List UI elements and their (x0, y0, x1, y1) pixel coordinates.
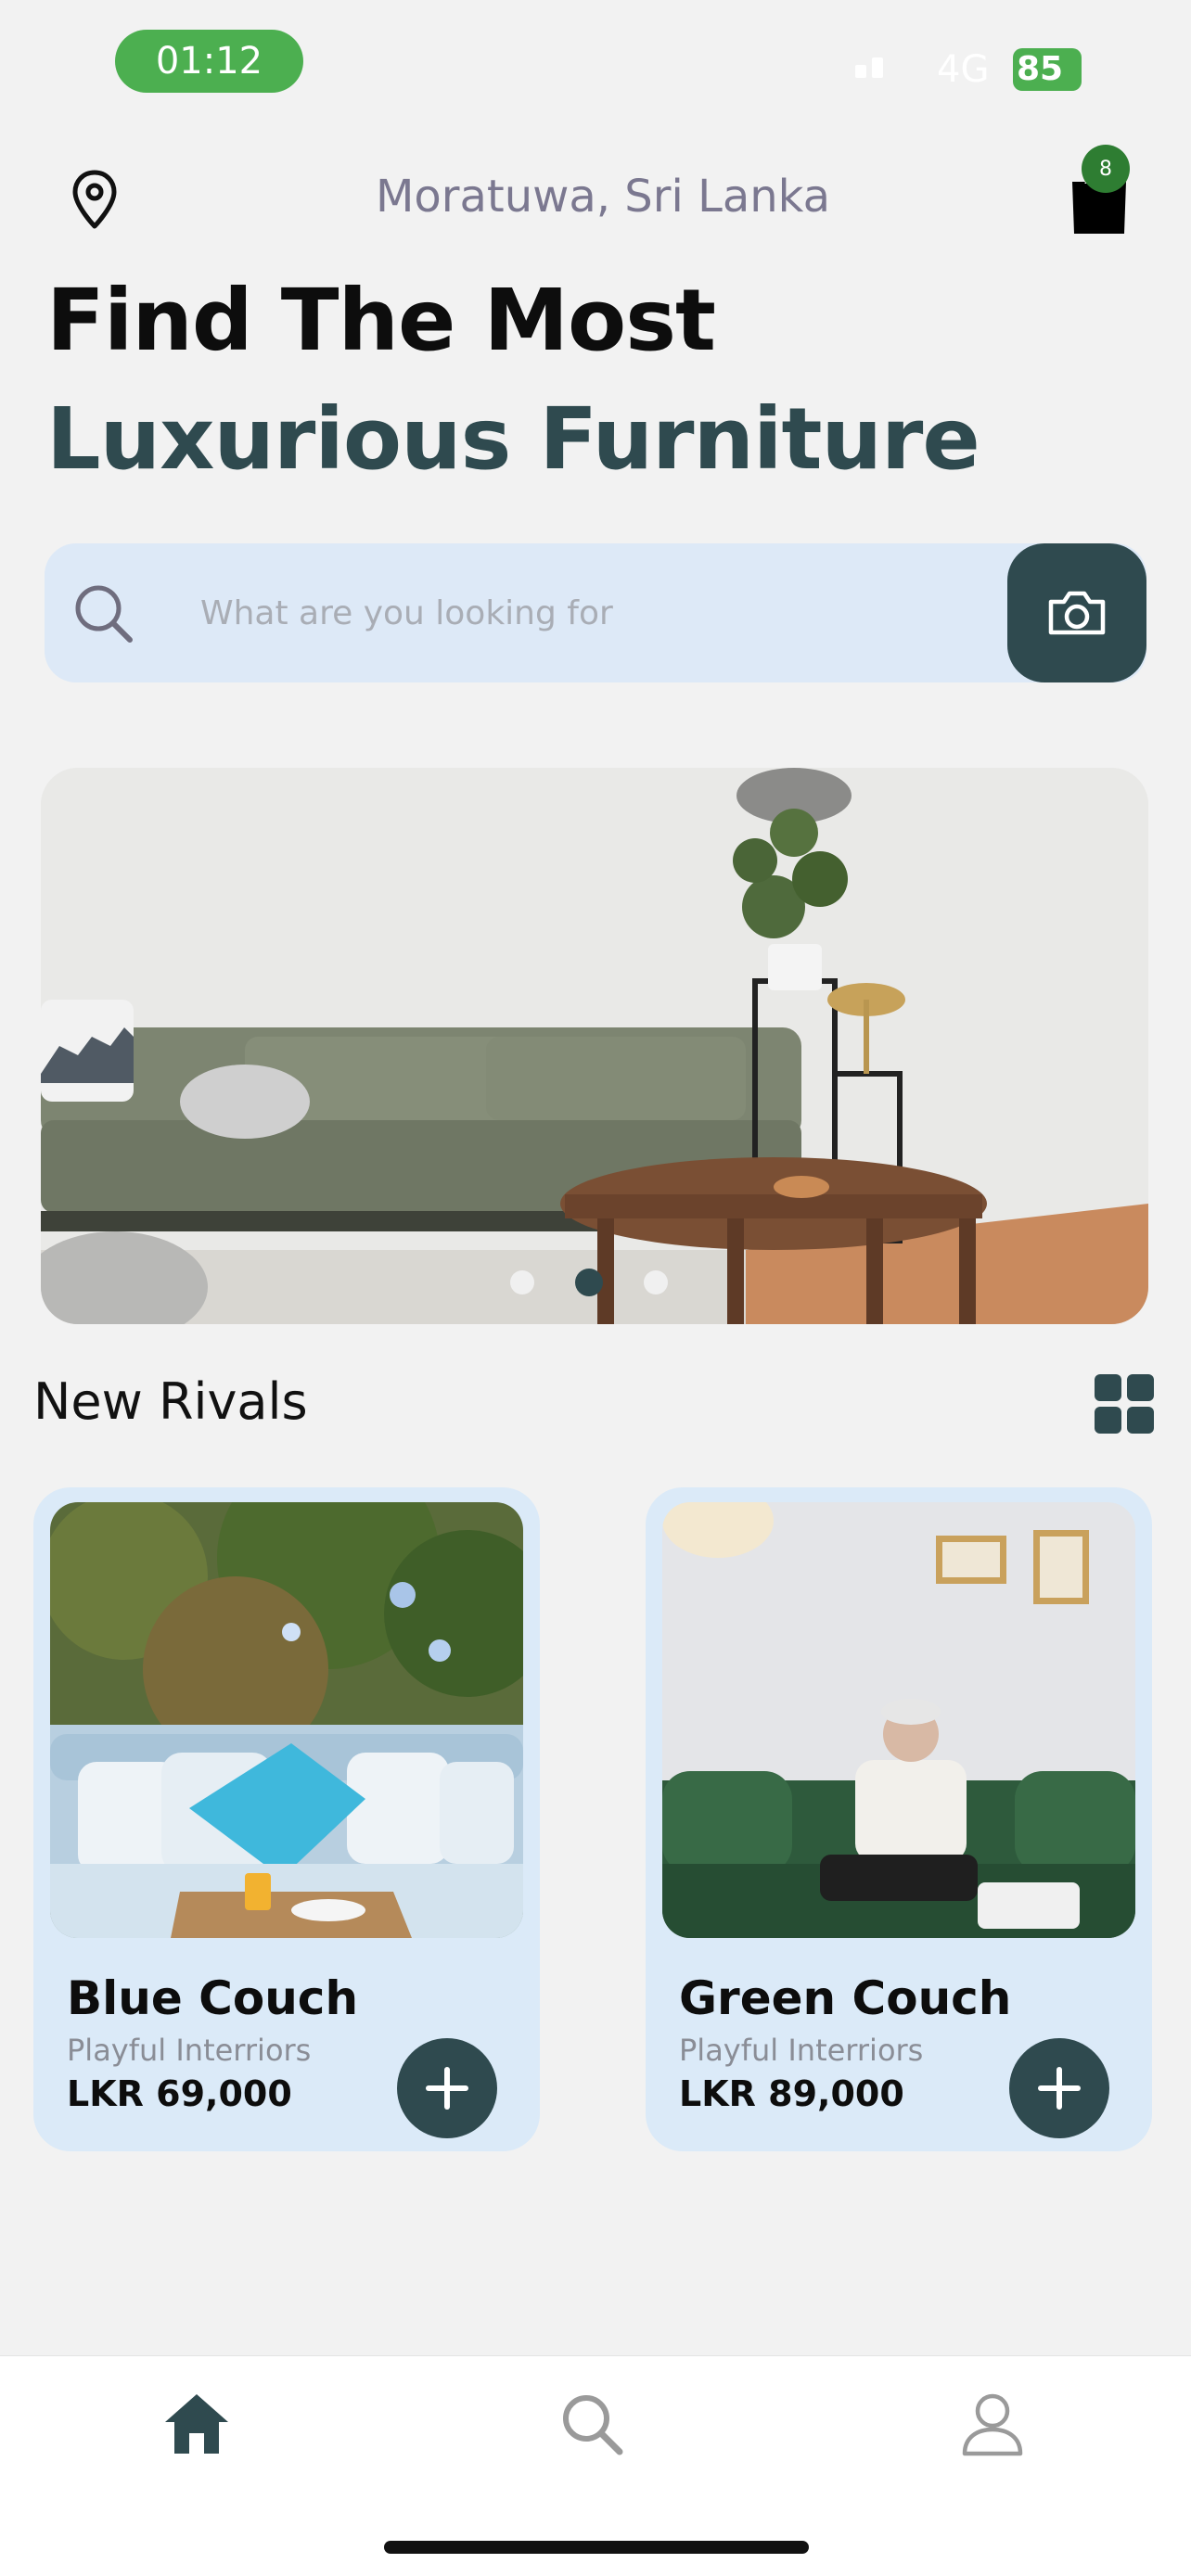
product-price: LKR 89,000 (679, 2073, 904, 2114)
headline-line-1: Find The Most (46, 271, 716, 370)
product-card[interactable]: Blue Couch Playful Interriors LKR 69,000 (33, 1487, 540, 2151)
location-pin-icon[interactable] (70, 169, 119, 230)
product-seller: Playful Interriors (679, 2033, 924, 2068)
camera-icon (1048, 591, 1106, 635)
product-price: LKR 69,000 (67, 2073, 292, 2114)
search-input[interactable] (200, 584, 970, 642)
carousel-dot[interactable] (510, 1270, 534, 1294)
home-indicator (384, 2541, 809, 2554)
cart-count-badge: 8 (1082, 145, 1130, 193)
add-to-cart-button[interactable] (397, 2038, 497, 2138)
living-room-image (41, 768, 1148, 1324)
search-icon (75, 585, 133, 643)
plus-icon (1038, 2067, 1081, 2110)
carousel-dot[interactable] (644, 1270, 668, 1294)
product-card[interactable]: Green Couch Playful Interriors LKR 89,00… (646, 1487, 1152, 2151)
grid-view-icon[interactable] (1095, 1374, 1154, 1434)
network-type: 4G (937, 48, 990, 91)
profile-icon[interactable] (959, 2391, 1026, 2457)
current-location[interactable]: Moratuwa, Sri Lanka (334, 171, 872, 223)
home-icon[interactable] (163, 2391, 230, 2457)
section-title: New Rivals (33, 1372, 308, 1431)
product-name: Green Couch (679, 1971, 1012, 2025)
carousel-dot-active[interactable] (575, 1269, 603, 1296)
home-screen: 01:12 4G 85 Moratuwa, Sri Lanka 8 Find T… (0, 0, 1191, 2576)
product-image (50, 1502, 523, 1938)
product-image (662, 1502, 1135, 1938)
product-seller: Playful Interriors (67, 2033, 312, 2068)
add-to-cart-button[interactable] (1009, 2038, 1109, 2138)
search-icon[interactable] (558, 2391, 625, 2457)
headline-line-2: Luxurious Furniture (46, 389, 980, 489)
camera-search-button[interactable] (1007, 543, 1146, 682)
signal-icon (855, 57, 883, 78)
status-time: 01:12 (115, 30, 303, 93)
product-name: Blue Couch (67, 1971, 359, 2025)
battery-level: 85 (1013, 48, 1082, 91)
carousel-indicator[interactable] (510, 1269, 668, 1296)
plus-icon (426, 2067, 468, 2110)
promo-banner[interactable] (41, 768, 1148, 1324)
